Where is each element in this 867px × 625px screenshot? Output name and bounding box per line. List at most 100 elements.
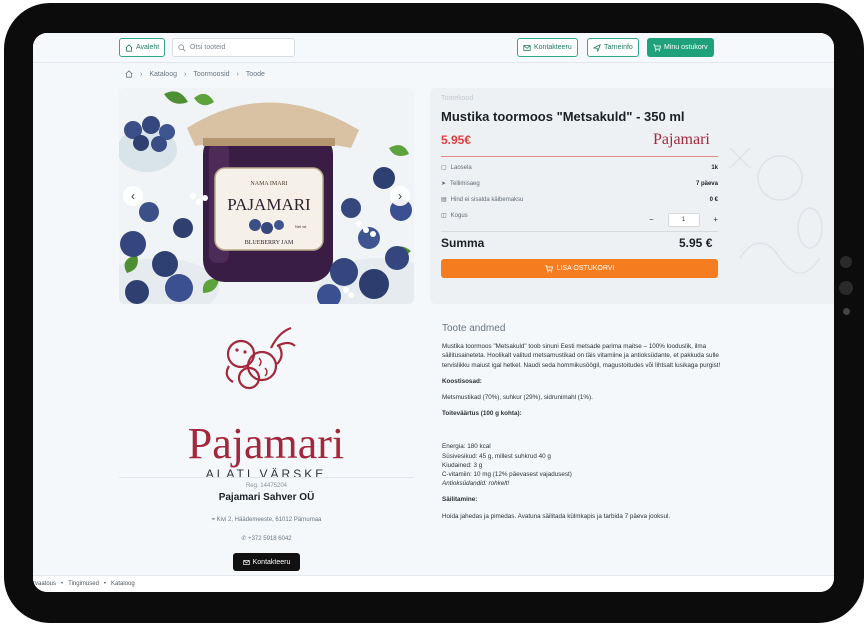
phone-icon: ✆ <box>241 536 247 542</box>
brand-name: Pajamari <box>653 131 710 148</box>
delivery-time-label: Tellimisaeg <box>450 180 480 187</box>
company-phone: ✆ +372 5918 6042 <box>119 535 414 542</box>
nutrition-line: Süsivesikud: 45 g, millest suhkrud 40 g <box>442 452 551 460</box>
product-price: 5.95€ <box>441 133 472 147</box>
storage-text: Hoida jahedas ja pimedas. Avatuna säilit… <box>442 512 671 520</box>
layers-icon: ◫ <box>441 213 447 219</box>
divider <box>119 477 414 478</box>
delivery-label: Tarneinfo <box>604 44 633 51</box>
top-navigation: Avaleht Otsi tooteid Kontakteeru Tarnein… <box>33 33 834 63</box>
jar-label-bottom: BLUEBERRY JAM <box>245 240 294 246</box>
chevron-left-icon: ‹ <box>131 189 135 203</box>
breadcrumb-item-category[interactable]: Toormoosid <box>193 71 229 78</box>
nutrition-line: Energia: 180 kcal <box>442 443 491 451</box>
camera-dot-icon <box>840 256 852 268</box>
send-icon <box>593 43 601 52</box>
home-icon <box>125 43 133 52</box>
seller-info: Reg. 14475204 Pajamari Sahver OÜ <box>119 483 414 503</box>
storage-heading: Säilitamine: <box>442 496 478 504</box>
description-text: Mustika toormoos "Metsakuld" toob sinuni… <box>442 343 721 369</box>
details-heading: Toote andmed <box>442 323 506 334</box>
delivery-info-button[interactable]: Tarneinfo <box>587 38 639 57</box>
send-icon: ➤ <box>441 181 447 187</box>
delivery-time-value: 7 päeva <box>695 180 718 187</box>
nutrition-line: Antioksüdandid: rohkelt! <box>442 480 510 488</box>
plus-button[interactable]: + <box>713 215 718 224</box>
product-image-gallery: NAMA IMARI PAJAMARI Net wt BLUEBERRY JAM… <box>119 88 414 304</box>
location-pin-icon: ⌖ <box>211 517 215 523</box>
stock-value: 1k <box>711 164 718 171</box>
vat-row: ▤ Hind ei sisalda käibemaksu 0 € <box>441 196 718 204</box>
add-to-cart-label: LISA OSTUKORVI <box>556 265 615 272</box>
breadcrumb: › Kataloog › Toormoosid › Toode <box>125 70 265 78</box>
breadcrumb-item-current: Toode <box>245 70 265 78</box>
add-to-cart-button[interactable]: LISA OSTUKORVI <box>441 259 718 278</box>
stock-row: ▢ Laosela 1k <box>441 164 718 172</box>
footer-link-privacy[interactable]: rvaatous <box>33 581 56 587</box>
chevron-right-icon: › <box>183 70 187 78</box>
vat-value: 0 € <box>709 196 718 203</box>
price-divider <box>441 156 718 157</box>
logo-wordmark: Pajamari <box>188 419 344 468</box>
pajamari-logo: Pajamari ALATI VÄRSKE <box>188 326 344 481</box>
phone-text[interactable]: +372 5918 6042 <box>248 536 292 542</box>
jar-label-top: NAMA IMARI <box>250 181 287 187</box>
footer-link-catalog[interactable]: Kataloog <box>111 581 135 587</box>
mail-icon <box>242 559 250 565</box>
home-button[interactable]: Avaleht <box>119 38 166 57</box>
separator: • <box>103 581 107 587</box>
purchase-panel: Tootekood Mustika toormoos "Metsakuld" -… <box>430 88 834 304</box>
footer: rvaatous • Tingimused • Kataloog <box>33 575 834 592</box>
sum-value: 5.95 € <box>679 236 713 250</box>
chevron-right-icon: › <box>398 189 402 203</box>
company-name: Pajamari Sahver OÜ <box>218 492 315 503</box>
address-text: Kivi 2, Häädemeeste, 61012 Pärnumaa <box>216 517 322 523</box>
nutrition-line: C-vitamiin: 10 mg (12% päevasest vajadus… <box>442 471 572 479</box>
product-title: Mustika toormoos "Metsakuld" - 350 ml <box>441 109 685 124</box>
cart-button[interactable]: Minu ostukorv <box>647 38 714 57</box>
quantity-label: Kogus <box>450 212 468 219</box>
breadcrumb-item-catalog[interactable]: Kataloog <box>149 71 177 78</box>
seller-contact-label: Kontakteeru <box>252 558 291 566</box>
product-details: Toote andmed Mustika toormoos "Metsakuld… <box>442 323 727 528</box>
company-address: ⌖ Kivi 2, Häädemeeste, 61012 Pärnumaa <box>119 517 414 524</box>
registry-code: Reg. 14475204 <box>245 483 288 489</box>
separator: • <box>61 581 64 587</box>
seller-logo: Pajamari ALATI VÄRSKE <box>119 318 414 481</box>
home-icon[interactable] <box>125 70 133 78</box>
divider <box>441 231 718 232</box>
contact-label: Kontakteeru <box>534 44 572 51</box>
box-icon: ▢ <box>441 165 447 171</box>
gallery-next-button[interactable]: › <box>390 186 410 206</box>
ingredients-heading: Koostisosad: <box>442 377 482 385</box>
quantity-input[interactable]: 1 <box>667 212 700 227</box>
cart-icon <box>544 264 553 272</box>
receipt-icon: ▤ <box>441 197 447 203</box>
product-code-label: Tootekood <box>441 95 474 102</box>
search-placeholder: Otsi tooteid <box>190 44 226 51</box>
chevron-right-icon: › <box>140 70 143 78</box>
decorative-pattern-icon <box>729 147 823 274</box>
sum-label: Summa <box>441 236 485 250</box>
camera-lens-icon <box>839 281 853 295</box>
jar-label-small: Net wt <box>295 224 307 229</box>
vat-label: Hind ei sisalda käibemaksu <box>450 196 524 203</box>
delivery-time-row: ➤ Tellimisaeg 7 päeva <box>441 180 718 188</box>
nutrition-heading: Toiteväärtus (100 g kohta): <box>442 410 522 418</box>
contact-button[interactable]: Kontakteeru <box>517 38 578 57</box>
quantity-stepper: − 1 + <box>649 212 718 227</box>
jar-label-brand: PAJAMARI <box>227 195 311 214</box>
footer-link-terms[interactable]: Tingimused <box>68 581 99 587</box>
gallery-prev-button[interactable]: ‹ <box>123 186 143 206</box>
search-icon <box>178 43 186 51</box>
sensor-icon <box>843 308 850 315</box>
minus-button[interactable]: − <box>649 215 654 224</box>
cart-label: Minu ostukorv <box>664 44 708 51</box>
search-input[interactable]: Otsi tooteid <box>172 38 295 57</box>
mail-icon <box>523 44 531 51</box>
seller-contact-button[interactable]: Kontakteeru <box>233 553 300 571</box>
stock-label: Laosela <box>450 164 472 171</box>
nutrition-line: Kiudained: 3 g <box>442 461 483 469</box>
ingredients-text: Metsmustikad (70%), suhkur (29%), sidrun… <box>442 394 593 402</box>
product-image: NAMA IMARI PAJAMARI Net wt BLUEBERRY JAM <box>119 88 414 304</box>
